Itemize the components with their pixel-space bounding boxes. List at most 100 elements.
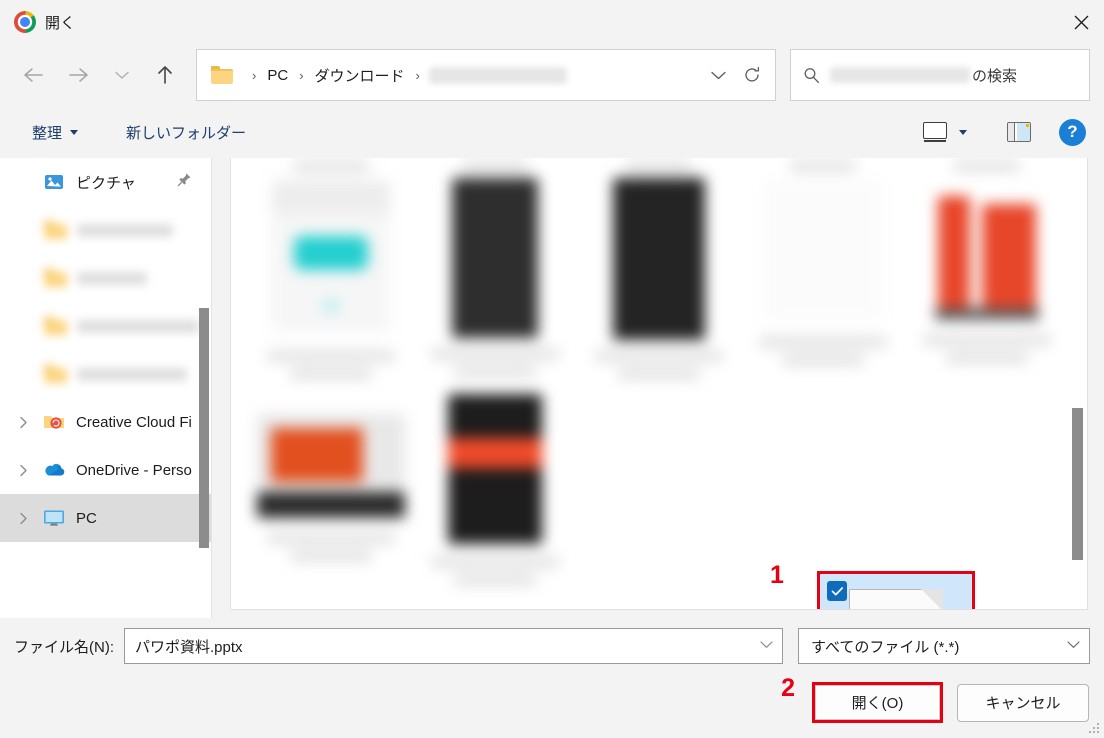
- pin-icon[interactable]: [177, 172, 204, 192]
- filename-row: ファイル名(N): パワポ資料.pptx すべてのファイル (*.*): [14, 626, 1090, 666]
- chevron-down-icon: [959, 129, 967, 135]
- sidebar-item-redacted-4[interactable]: [0, 350, 212, 398]
- address-bar[interactable]: › PC › ダウンロード ›: [196, 49, 776, 101]
- up-button[interactable]: [142, 55, 188, 95]
- powerpoint-file-icon: P: [849, 589, 943, 609]
- close-button[interactable]: [1058, 0, 1104, 44]
- preview-pane-icon: [1007, 122, 1031, 142]
- sidebar-item-creative-cloud[interactable]: Creative Cloud Fi: [0, 398, 212, 446]
- dialog-footer: ファイル名(N): パワポ資料.pptx すべてのファイル (*.*) 開く(O…: [0, 618, 1104, 738]
- file-item[interactable]: [741, 380, 905, 590]
- resize-grip[interactable]: [1088, 723, 1100, 735]
- checkmark-icon: [831, 586, 843, 595]
- chevron-down-icon: [70, 129, 79, 135]
- file-item[interactable]: [249, 380, 413, 590]
- filename-input[interactable]: パワポ資料.pptx: [124, 628, 783, 664]
- forward-arrow-icon: [69, 68, 88, 82]
- chevron-right-icon[interactable]: [14, 512, 32, 525]
- annotation-step-1: 1: [770, 561, 784, 589]
- organize-label: 整理: [32, 124, 63, 142]
- breadcrumb-separator-2: ›: [415, 67, 420, 83]
- file-item[interactable]: [413, 158, 577, 380]
- recent-locations-button[interactable]: [102, 55, 142, 95]
- file-item[interactable]: [905, 158, 1069, 380]
- folder-icon: [44, 269, 67, 287]
- preview-pane-button[interactable]: [1001, 118, 1037, 146]
- open-file-dialog: 開く › PC › ダウンロード › の検索 整理 新しいフォルダー ? ピクチ…: [0, 0, 1104, 738]
- sidebar-item-onedrive[interactable]: OneDrive - Perso: [0, 446, 212, 494]
- window-title: 開く: [45, 14, 76, 32]
- help-button[interactable]: ?: [1059, 118, 1086, 146]
- search-box[interactable]: の検索: [790, 49, 1090, 101]
- file-grid: [231, 158, 1087, 609]
- folder-icon: [44, 317, 67, 335]
- file-grid-row: [249, 380, 1069, 590]
- filetype-dropdown-button[interactable]: [1066, 637, 1081, 655]
- chevron-down-icon: [710, 71, 726, 80]
- dialog-button-row: 開く(O) キャンセル: [14, 682, 1090, 723]
- sidebar-item-label: PC: [76, 509, 97, 527]
- sidebar-item-label: OneDrive - Perso: [76, 461, 192, 479]
- creative-cloud-folder-icon: [42, 413, 66, 431]
- file-grid-row: [249, 158, 1069, 380]
- sidebar-scrollbar-thumb[interactable]: [199, 308, 209, 548]
- filename-label: ファイル名(N):: [14, 638, 114, 656]
- sidebar-item-label: ピクチャ: [76, 174, 136, 192]
- file-item[interactable]: [249, 158, 413, 380]
- pc-icon: [42, 509, 66, 527]
- folder-icon: [44, 365, 67, 383]
- filetype-value: すべてのファイル (*.*): [811, 638, 960, 656]
- search-scope-text: の検索: [830, 65, 1017, 86]
- address-dropdown-button[interactable]: [701, 56, 735, 94]
- chevron-down-icon: [760, 641, 773, 648]
- file-list-pane[interactable]: P パワポ資料.pptx: [230, 158, 1088, 610]
- annotation-step-2: 2: [781, 674, 795, 702]
- open-button[interactable]: 開く(O): [815, 685, 940, 720]
- open-button-annotation: 開く(O): [812, 682, 943, 723]
- filetype-select[interactable]: すべてのファイル (*.*): [798, 628, 1090, 664]
- chevron-down-icon: [115, 71, 129, 79]
- file-item[interactable]: [413, 380, 577, 590]
- pictures-icon: [42, 173, 66, 191]
- filename-value: パワポ資料.pptx: [135, 638, 243, 656]
- up-arrow-icon: [158, 66, 172, 84]
- breadcrumb-pc[interactable]: PC: [265, 65, 290, 86]
- new-folder-button[interactable]: 新しいフォルダー: [116, 116, 256, 149]
- chrome-icon: [14, 11, 36, 33]
- onedrive-icon: [42, 462, 66, 478]
- organize-button[interactable]: 整理: [22, 116, 88, 149]
- filename-dropdown-button[interactable]: [759, 637, 774, 655]
- sidebar-item-redacted-1[interactable]: [0, 206, 212, 254]
- cancel-button[interactable]: キャンセル: [957, 683, 1089, 722]
- chevron-right-icon[interactable]: [14, 416, 32, 429]
- navigation-sidebar: ピクチャ Creative Cloud Fi OneDrive - Perso …: [0, 158, 212, 618]
- sidebar-item-redacted-3[interactable]: [0, 302, 212, 350]
- breadcrumb-separator-0: ›: [252, 67, 257, 83]
- folder-icon: [211, 66, 233, 84]
- new-folder-label: 新しいフォルダー: [126, 124, 247, 142]
- sidebar-item-pictures[interactable]: ピクチャ: [0, 158, 212, 206]
- breadcrumb-downloads[interactable]: ダウンロード: [313, 63, 407, 88]
- forward-button[interactable]: [56, 55, 102, 95]
- file-item-pptx-selected[interactable]: P パワポ資料.pptx: [817, 571, 975, 609]
- view-options-button[interactable]: [917, 118, 973, 146]
- refresh-button[interactable]: [735, 56, 769, 94]
- command-toolbar: 整理 新しいフォルダー ?: [0, 106, 1104, 158]
- chevron-right-icon[interactable]: [14, 464, 32, 477]
- file-item[interactable]: [905, 380, 1069, 590]
- close-icon: [1074, 15, 1088, 29]
- navigation-bar: › PC › ダウンロード › の検索: [0, 44, 1104, 106]
- title-bar: 開く: [0, 0, 1104, 44]
- breadcrumb-separator-1: ›: [299, 67, 304, 83]
- breadcrumb-redacted[interactable]: [428, 66, 567, 84]
- folder-icon: [44, 221, 67, 239]
- file-pane-scrollbar-thumb[interactable]: [1072, 408, 1083, 560]
- back-button[interactable]: [10, 55, 56, 95]
- search-scope-redacted: [830, 67, 970, 83]
- file-item[interactable]: [577, 158, 741, 380]
- file-list-pane-wrapper: P パワポ資料.pptx 1: [212, 158, 1104, 618]
- file-checkbox[interactable]: [827, 581, 847, 601]
- sidebar-item-redacted-2[interactable]: [0, 254, 212, 302]
- sidebar-item-pc[interactable]: PC: [0, 494, 212, 542]
- file-item[interactable]: [741, 158, 905, 380]
